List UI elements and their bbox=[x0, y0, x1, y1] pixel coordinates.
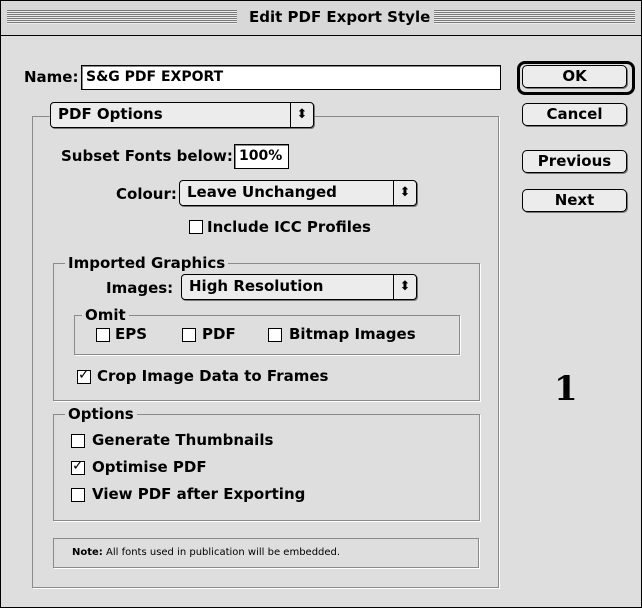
images-popup[interactable]: High Resolution ⬍ bbox=[181, 274, 417, 300]
images-popup-value: High Resolution bbox=[189, 277, 324, 295]
note-text: Note: All fonts used in publication will… bbox=[72, 546, 340, 560]
checkmark-icon: ✓ bbox=[78, 367, 90, 383]
section-popup[interactable]: PDF Options ⬍ bbox=[50, 102, 314, 128]
previous-button[interactable]: Previous bbox=[522, 150, 627, 173]
dialog-window: Edit PDF Export Style Name: S&G PDF EXPO… bbox=[0, 0, 642, 608]
colour-label: Colour: bbox=[116, 185, 177, 203]
generate-thumbnails-label: Generate Thumbnails bbox=[92, 431, 274, 449]
colour-popup-value: Leave Unchanged bbox=[187, 183, 337, 201]
include-icc-label: Include ICC Profiles bbox=[207, 218, 371, 236]
omit-eps-label: EPS bbox=[115, 325, 148, 343]
view-pdf-after-exporting-checkbox[interactable] bbox=[71, 488, 85, 502]
view-pdf-after-exporting-label: View PDF after Exporting bbox=[92, 485, 306, 503]
name-input[interactable]: S&G PDF EXPORT bbox=[81, 65, 501, 90]
section-popup-value: PDF Options bbox=[58, 105, 163, 123]
up-down-arrows-icon: ⬍ bbox=[290, 103, 313, 127]
subset-fonts-label: Subset Fonts below: bbox=[61, 147, 233, 165]
images-label: Images: bbox=[106, 279, 174, 297]
omit-eps-checkbox[interactable] bbox=[96, 328, 110, 342]
title-bar-stripes-left bbox=[7, 10, 237, 24]
subset-fonts-input[interactable]: 100% bbox=[234, 144, 289, 169]
omit-bitmap-label: Bitmap Images bbox=[289, 325, 416, 343]
next-button[interactable]: Next bbox=[522, 189, 627, 212]
ok-button[interactable]: OK bbox=[522, 65, 627, 88]
omit-title: Omit bbox=[82, 306, 129, 324]
title-bar-stripes-right bbox=[421, 10, 635, 24]
include-icc-checkbox[interactable] bbox=[189, 220, 203, 234]
generate-thumbnails-checkbox[interactable] bbox=[71, 434, 85, 448]
subset-fonts-value: 100% bbox=[239, 148, 283, 164]
note-body: All fonts used in publication will be em… bbox=[102, 547, 341, 558]
crop-image-checkbox[interactable]: ✓ bbox=[77, 367, 91, 384]
window-title: Edit PDF Export Style bbox=[245, 7, 435, 27]
colour-popup[interactable]: Leave Unchanged ⬍ bbox=[179, 180, 417, 206]
up-down-arrows-icon: ⬍ bbox=[393, 181, 416, 205]
optimise-pdf-label: Optimise PDF bbox=[92, 458, 207, 476]
name-label: Name: bbox=[24, 68, 79, 86]
cancel-button[interactable]: Cancel bbox=[522, 103, 627, 126]
omit-bitmap-checkbox[interactable] bbox=[268, 328, 282, 342]
omit-pdf-label: PDF bbox=[202, 325, 236, 343]
note-prefix: Note: bbox=[72, 547, 103, 558]
crop-image-label: Crop Image Data to Frames bbox=[97, 367, 329, 385]
checkmark-icon: ✓ bbox=[72, 458, 84, 474]
optimise-pdf-checkbox[interactable]: ✓ bbox=[71, 458, 85, 475]
omit-pdf-checkbox[interactable] bbox=[182, 328, 196, 342]
title-bar[interactable]: Edit PDF Export Style bbox=[1, 1, 641, 36]
figure-number: 1 bbox=[554, 369, 578, 409]
imported-graphics-title: Imported Graphics bbox=[65, 254, 229, 272]
name-input-value: S&G PDF EXPORT bbox=[86, 69, 224, 85]
options-title: Options bbox=[65, 405, 137, 423]
note-box: Note: All fonts used in publication will… bbox=[53, 538, 479, 568]
up-down-arrows-icon: ⬍ bbox=[393, 275, 416, 299]
